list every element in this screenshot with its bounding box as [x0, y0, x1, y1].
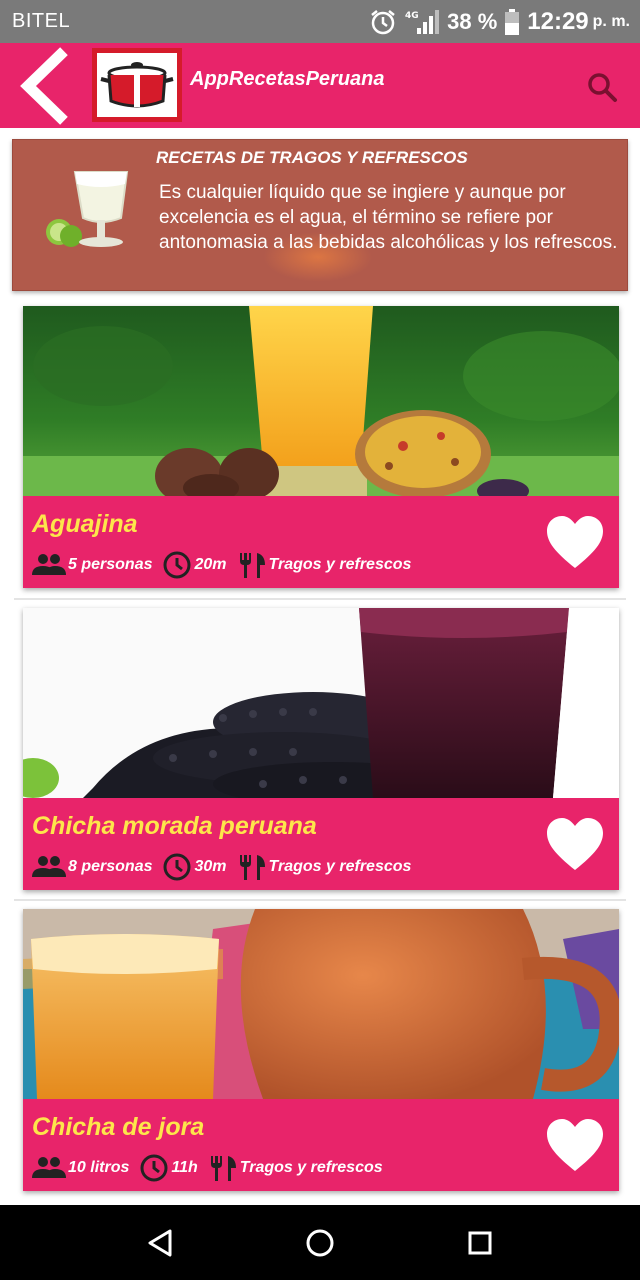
recipe-time: 30m [194, 858, 227, 875]
fork-knife-icon [239, 553, 265, 578]
back-button[interactable] [14, 47, 76, 125]
battery-percent: 38 % [447, 9, 498, 34]
chevron-left-icon [20, 47, 68, 125]
recipe-category: Tragos y refrescos [239, 1159, 383, 1176]
battery-icon [505, 9, 520, 35]
circle-home-icon [306, 1229, 334, 1257]
network-type: 4G [405, 11, 419, 21]
recipe-time: 11h [171, 1159, 198, 1176]
clock-icon [163, 853, 191, 881]
alarm-icon [371, 10, 395, 35]
category-banner: RECETAS DE TRAGOS Y REFRESCOS Es cualqui… [12, 139, 628, 291]
drink-glass-image [46, 171, 129, 247]
recipe-meta: 10 litros 11h Tragos y refrescos [32, 1154, 393, 1182]
recipe-time: 20m [194, 556, 227, 573]
recipe-name: Aguajina [32, 510, 138, 538]
recipe-photo [23, 909, 619, 1099]
fork-knife-icon [210, 1156, 236, 1181]
recipe-servings: 5 personas [68, 556, 153, 573]
recipe-info: Chicha morada peruana 8 personas 30m Tra… [23, 798, 619, 890]
status-bar: BITEL 4G 38 % 12:29 p. m. [0, 0, 640, 43]
fork-knife-icon [239, 855, 265, 880]
signal-icon: 4G [405, 10, 440, 34]
recipe-photo [23, 608, 619, 798]
heart-icon [547, 818, 603, 870]
people-icon [32, 1157, 66, 1178]
clock-ampm: p. m. [592, 13, 630, 30]
recipe-servings: 8 personas [68, 858, 153, 875]
clock-time: 12:29 [527, 8, 589, 35]
people-icon [32, 856, 66, 877]
nav-recents-button[interactable] [462, 1225, 498, 1261]
heart-icon [547, 516, 603, 568]
category-title: RECETAS DE TRAGOS Y REFRESCOS [156, 148, 468, 167]
pot-icon [100, 62, 174, 108]
clock-icon [163, 551, 191, 579]
recipe-info: Chicha de jora 10 litros 11h Tragos y re… [23, 1099, 619, 1191]
favorite-button[interactable] [545, 514, 605, 572]
recipe-category: Tragos y refrescos [268, 858, 412, 875]
recipe-name: Chicha morada peruana [32, 812, 317, 840]
nav-back-button[interactable] [142, 1225, 178, 1261]
recipe-servings: 10 litros [68, 1159, 130, 1176]
divider [14, 598, 626, 600]
app-logo [92, 48, 182, 122]
carrier-name: BITEL [12, 10, 71, 32]
people-icon [32, 554, 66, 575]
divider [14, 899, 626, 901]
system-nav-bar [0, 1205, 640, 1280]
app-title: AppRecetasPeruana [190, 68, 385, 90]
recipe-info: Aguajina 5 personas 20m Tragos y refresc… [23, 496, 619, 588]
recipe-card-chicha-de-jora[interactable]: Chicha de jora 10 litros 11h Tragos y re… [23, 909, 619, 1191]
category-description: Es cualquier líquido que se ingiere y au… [159, 182, 618, 253]
favorite-button[interactable] [545, 1117, 605, 1175]
search-icon [588, 73, 617, 102]
square-recents-icon [468, 1231, 492, 1255]
recipe-card-chicha-morada[interactable]: Chicha morada peruana 8 personas 30m Tra… [23, 608, 619, 890]
favorite-button[interactable] [545, 816, 605, 874]
recipe-card-aguajina[interactable]: Aguajina 5 personas 20m Tragos y refresc… [23, 306, 619, 588]
nav-home-button[interactable] [302, 1225, 338, 1261]
recipe-meta: 5 personas 20m Tragos y refrescos [32, 551, 421, 579]
recipe-category: Tragos y refrescos [268, 556, 412, 573]
triangle-back-icon [148, 1229, 172, 1257]
search-button[interactable] [584, 69, 620, 105]
clock-icon [140, 1154, 168, 1182]
recipe-photo [23, 306, 619, 496]
status-icons: 4G 38 % 12:29 p. m. [369, 6, 630, 38]
heart-icon [547, 1119, 603, 1171]
app-bar: AppRecetasPeruana [0, 43, 640, 128]
recipe-name: Chicha de jora [32, 1113, 205, 1141]
recipe-meta: 8 personas 30m Tragos y refrescos [32, 853, 421, 881]
